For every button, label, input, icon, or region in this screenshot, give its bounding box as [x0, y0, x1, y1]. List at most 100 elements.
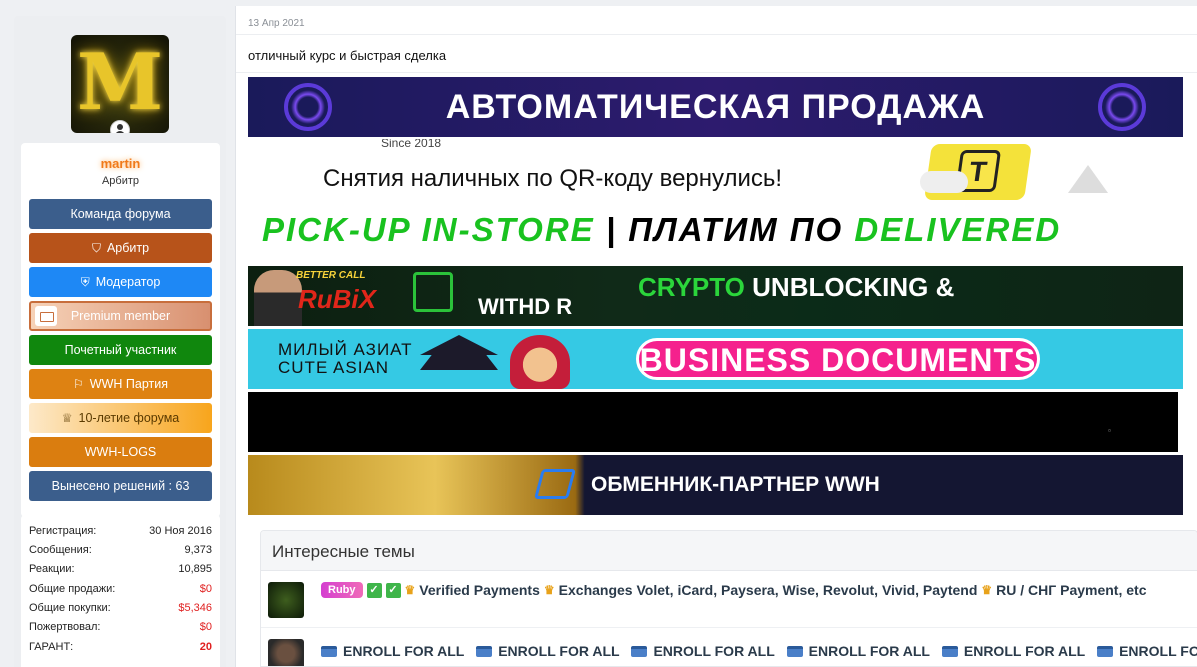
- thread-text: ENROLL FOR ALL: [343, 643, 465, 659]
- banner-label: Вынесено решений : 63: [51, 479, 190, 493]
- orb-icon: [1098, 83, 1146, 131]
- banner-label: Почетный участник: [64, 343, 177, 357]
- ad-qr-cash[interactable]: Since 2018 Снятия наличных по QR-коду ве…: [248, 139, 1183, 203]
- ad-text-part: UNBLOCKING &: [744, 272, 955, 302]
- banner-arbiter: ⛉ Арбитр: [29, 233, 212, 263]
- credit-card-icon: [786, 645, 803, 657]
- ad-text: МИЛЫЙ АЗИАТ CUTE ASIAN: [278, 341, 413, 377]
- ad-text: WITHD R: [478, 294, 573, 319]
- stat-value: 30 Ноя 2016: [149, 524, 212, 537]
- ad-pickup[interactable]: PICK-UP IN-STORE | ПЛАТИМ ПО DELIVERED: [248, 203, 1183, 265]
- banner-label: Premium member: [70, 309, 171, 323]
- ad-text-part: PICK-UP IN-STORE: [262, 211, 595, 248]
- user-stats: Регистрация: 30 Ноя 2016 Сообщения: 9,373 …: [21, 515, 220, 667]
- avatar[interactable]: M: [71, 35, 169, 133]
- threads-header: Интересные темы: [261, 531, 1197, 571]
- thread-text: ENROLL FOR ALL: [653, 643, 775, 659]
- post: 13 Апр 2021 отличный курс и быстрая сдел…: [235, 6, 1197, 667]
- threads-title: Интересные темы: [272, 542, 415, 561]
- ad-auto-sale[interactable]: АВТОМАТИЧЕСКАЯ ПРОДАЖА: [248, 77, 1183, 137]
- stat-value: 20: [199, 640, 212, 653]
- stat-label: Регистрация:: [29, 524, 97, 537]
- banner-premium: Premium member: [29, 301, 212, 331]
- credit-card-icon: [321, 645, 337, 657]
- post-text: отличный курс и быстрая сделка: [248, 48, 447, 63]
- ad-text-part: ПЛАТИМ ПО: [628, 211, 855, 248]
- ad-text-line: МИЛЫЙ АЗИАТ: [278, 340, 413, 359]
- arrow-up-icon: [1068, 165, 1108, 193]
- credit-card-icon: [1097, 645, 1114, 657]
- banner-wwh-party: ⚐ WWH Партия: [29, 369, 212, 399]
- divider: [236, 72, 1197, 73]
- exchange-logo-icon: [533, 469, 577, 499]
- thread-avatar[interactable]: [268, 639, 304, 666]
- banner-label: Команда форума: [70, 207, 171, 221]
- stat-value: $0: [199, 620, 212, 633]
- thread-avatar[interactable]: [268, 582, 304, 618]
- stat-value: $5,346: [178, 601, 212, 614]
- stat-label: Реакции:: [29, 562, 75, 575]
- thread-row[interactable]: ENROLL FOR ALL ENROLL FOR ALL ENROLL FOR…: [261, 629, 1197, 666]
- thread-row[interactable]: Ruby ✓ ✓ ♛ Verified Payments ♛ Exchanges…: [261, 572, 1197, 628]
- banner-honored: Почетный участник: [29, 335, 212, 365]
- ad-text-line: CUTE ASIAN: [278, 358, 390, 377]
- avatar-letter: M: [76, 37, 164, 128]
- user-icon: [110, 120, 130, 133]
- thread-text: RU / СНГ Payment, etc: [996, 582, 1147, 598]
- stat-registration: Регистрация: 30 Ноя 2016: [29, 521, 212, 540]
- banner-label: WWH Партия: [89, 377, 168, 391]
- thread-title[interactable]: Ruby ✓ ✓ ♛ Verified Payments ♛ Exchanges…: [321, 582, 1146, 598]
- ruby-badge: Ruby: [321, 582, 363, 598]
- ad-blank[interactable]: ▫: [248, 392, 1178, 452]
- ad-text-part: DELIVERED: [854, 211, 1062, 248]
- stat-label: Пожертвовал:: [29, 620, 101, 633]
- stat-value: 10,895: [178, 562, 212, 575]
- stat-label: Общие продажи:: [29, 582, 116, 595]
- crown-icon: ♛: [543, 583, 555, 597]
- ad-text: Снятия наличных по QR-коду вернулись!: [323, 165, 783, 192]
- thread-title[interactable]: ENROLL FOR ALL ENROLL FOR ALL ENROLL FOR…: [321, 643, 1197, 659]
- stat-reactions: Реакции: 10,895: [29, 559, 212, 578]
- crown-icon: ♛: [981, 583, 993, 597]
- username[interactable]: martin: [21, 156, 220, 171]
- banner-label: 10-летие форума: [78, 411, 180, 425]
- thread-text: ENROLL FOR ALL: [498, 643, 620, 659]
- ad-since: Since 2018: [381, 139, 442, 150]
- bank-icon: [413, 272, 453, 312]
- chat-bubble-icon: [920, 171, 968, 193]
- ad-text: PICK-UP IN-STORE | ПЛАТИМ ПО DELIVERED: [262, 211, 1061, 249]
- ad-exchange-partner[interactable]: ОБМЕННИК-ПАРТНЕР WWH: [248, 455, 1183, 515]
- thread-text: ENROLL FOR ALL: [1119, 643, 1197, 659]
- thread-text: Verified Payments: [419, 582, 540, 598]
- banner-decisions: Вынесено решений : 63: [29, 471, 212, 501]
- thread-text: ENROLL FOR ALL: [963, 643, 1086, 659]
- ad-rubix[interactable]: BETTER CALL RuBiX WITHD R CRYPTO UNBLOCK…: [248, 266, 1183, 326]
- crown-icon: ♛: [404, 583, 416, 597]
- shield-icon: ⛉: [91, 240, 101, 255]
- stat-label: ГАРАНТ:: [29, 640, 74, 653]
- post-date[interactable]: 13 Апр 2021: [248, 18, 305, 29]
- interesting-threads: Интересные темы Ruby ✓ ✓ ♛ Verified Paym…: [260, 530, 1197, 667]
- banner-label: Арбитр: [106, 241, 150, 255]
- stat-value[interactable]: 9,373: [184, 544, 212, 556]
- character-image: [510, 335, 570, 389]
- ad-text: АВТОМАТИЧЕСКАЯ ПРОДАЖА: [445, 88, 986, 126]
- ad-cute-asian[interactable]: МИЛЫЙ АЗИАТ CUTE ASIAN BUSINESS DOCUMENTS: [248, 329, 1183, 389]
- credit-card-icon: [941, 645, 958, 657]
- user-title: Арбитр: [101, 175, 140, 187]
- check-icon: ✓: [385, 582, 401, 598]
- ad-text: ОБМЕННИК-ПАРТНЕР WWH: [591, 473, 880, 496]
- temple-image: [420, 335, 498, 370]
- stat-purchases: Общие покупки: $5,346: [29, 598, 212, 617]
- stat-sales: Общие продажи: $0: [29, 579, 212, 598]
- thread-text: ENROLL FOR ALL: [808, 643, 930, 659]
- stat-messages: Сообщения: 9,373: [29, 540, 212, 559]
- flag-icon: ⚐: [73, 377, 84, 391]
- stat-label: Сообщения:: [29, 543, 92, 556]
- credit-card-icon: [476, 645, 493, 657]
- banner-wwh-logs: WWH-LOGS: [29, 437, 212, 467]
- placeholder-icon: ▫: [1108, 426, 1111, 435]
- banner-label: WWH-LOGS: [84, 445, 157, 459]
- banner-forum-team: Команда форума: [29, 199, 212, 229]
- shield-check-icon: ⛨: [80, 274, 90, 289]
